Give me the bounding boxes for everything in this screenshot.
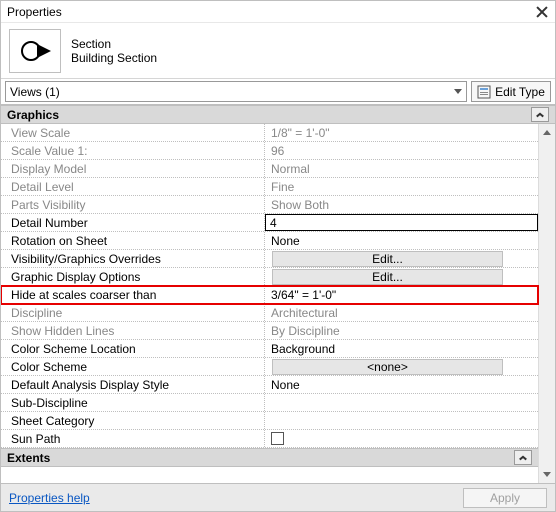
type-labels: Section Building Section xyxy=(71,37,157,65)
edit-type-label: Edit Type xyxy=(495,85,545,99)
value-view-scale: 1/8" = 1'-0" xyxy=(271,126,330,140)
close-icon[interactable] xyxy=(535,5,549,19)
views-row: Views (1) Edit Type xyxy=(1,79,555,105)
label-sub-discipline: Sub-Discipline xyxy=(11,396,88,410)
label-gdo: Graphic Display Options xyxy=(11,270,140,284)
type-name: Building Section xyxy=(71,51,157,65)
row-gdo: Graphic Display Options Edit... xyxy=(1,268,538,286)
properties-help-link[interactable]: Properties help xyxy=(9,491,90,505)
label-parts-visibility: Parts Visibility xyxy=(11,198,85,212)
label-detail-number: Detail Number xyxy=(11,216,88,230)
value-rotation: None xyxy=(271,234,300,248)
value-analysis-style: None xyxy=(271,378,300,392)
row-detail-number: Detail Number xyxy=(1,214,538,232)
family-name: Section xyxy=(71,37,157,51)
section-header-graphics: Graphics xyxy=(1,105,555,124)
vg-overrides-edit-button[interactable]: Edit... xyxy=(272,251,503,267)
row-view-scale: View Scale 1/8" = 1'-0" xyxy=(1,124,538,142)
row-scale-value: Scale Value 1: 96 xyxy=(1,142,538,160)
label-display-model: Display Model xyxy=(11,162,86,176)
window-title: Properties xyxy=(7,5,535,19)
label-rotation: Rotation on Sheet xyxy=(11,234,107,248)
value-hide-coarser: 3/64" = 1'-0" xyxy=(271,288,336,302)
collapse-graphics-button[interactable] xyxy=(531,107,549,122)
label-hide-coarser: Hide at scales coarser than xyxy=(11,288,156,302)
triangle-down-icon xyxy=(543,472,551,477)
edit-type-icon xyxy=(477,85,491,99)
row-analysis-style[interactable]: Default Analysis Display Style None xyxy=(1,376,538,394)
row-sun-path[interactable]: Sun Path xyxy=(1,430,538,448)
row-rotation[interactable]: Rotation on Sheet None xyxy=(1,232,538,250)
row-hide-coarser[interactable]: Hide at scales coarser than 3/64" = 1'-0… xyxy=(1,286,538,304)
label-sheet-category: Sheet Category xyxy=(11,414,94,428)
type-selector[interactable]: Section Building Section xyxy=(1,23,555,79)
label-detail-level: Detail Level xyxy=(11,180,74,194)
detail-number-input[interactable] xyxy=(265,214,538,231)
section-header-label-extents: Extents xyxy=(7,451,514,465)
value-scale-value: 96 xyxy=(271,144,284,158)
value-parts-visibility: Show Both xyxy=(271,198,329,212)
properties-panel: Properties Section Building Section View… xyxy=(0,0,556,512)
edit-type-button[interactable]: Edit Type xyxy=(471,81,551,102)
row-show-hidden: Show Hidden Lines By Discipline xyxy=(1,322,538,340)
value-display-model: Normal xyxy=(271,162,310,176)
row-discipline: Discipline Architectural xyxy=(1,304,538,322)
section-header-extents: Extents xyxy=(1,448,538,467)
chevron-up-icon xyxy=(536,112,544,117)
scroll-track[interactable] xyxy=(539,141,555,466)
row-sheet-category[interactable]: Sheet Category xyxy=(1,412,538,430)
row-display-model: Display Model Normal xyxy=(1,160,538,178)
footer: Properties help Apply xyxy=(1,483,555,511)
chevron-down-icon xyxy=(454,89,462,94)
label-vg-overrides: Visibility/Graphics Overrides xyxy=(11,252,161,266)
row-vg-overrides: Visibility/Graphics Overrides Edit... xyxy=(1,250,538,268)
apply-button: Apply xyxy=(463,488,547,508)
value-show-hidden: By Discipline xyxy=(271,324,340,338)
gdo-edit-button[interactable]: Edit... xyxy=(272,269,503,285)
label-analysis-style: Default Analysis Display Style xyxy=(11,378,169,392)
scroll-up-button[interactable] xyxy=(539,124,555,141)
section-header-label: Graphics xyxy=(7,108,531,122)
views-dropdown[interactable]: Views (1) xyxy=(5,81,467,102)
label-scale-value: Scale Value 1: xyxy=(11,144,88,158)
label-sun-path: Sun Path xyxy=(11,432,60,446)
property-grid: View Scale 1/8" = 1'-0" Scale Value 1: 9… xyxy=(1,124,555,483)
value-cs-location: Background xyxy=(271,342,335,356)
vertical-scrollbar[interactable] xyxy=(538,124,555,483)
chevron-up-icon xyxy=(519,455,527,460)
row-parts-visibility: Parts Visibility Show Both xyxy=(1,196,538,214)
views-dropdown-label: Views (1) xyxy=(10,85,60,99)
label-color-scheme: Color Scheme xyxy=(11,360,87,374)
sun-path-checkbox[interactable] xyxy=(271,432,284,445)
row-detail-level: Detail Level Fine xyxy=(1,178,538,196)
value-discipline: Architectural xyxy=(271,306,338,320)
row-color-scheme: Color Scheme <none> xyxy=(1,358,538,376)
collapse-extents-button[interactable] xyxy=(514,450,532,465)
scroll-down-button[interactable] xyxy=(539,466,555,483)
grid-inner: View Scale 1/8" = 1'-0" Scale Value 1: 9… xyxy=(1,124,538,483)
label-cs-location: Color Scheme Location xyxy=(11,342,136,356)
section-thumbnail-icon xyxy=(9,29,61,73)
label-view-scale: View Scale xyxy=(11,126,70,140)
color-scheme-button[interactable]: <none> xyxy=(272,359,503,375)
row-sub-discipline[interactable]: Sub-Discipline xyxy=(1,394,538,412)
label-show-hidden: Show Hidden Lines xyxy=(11,324,114,338)
label-discipline: Discipline xyxy=(11,306,62,320)
row-cs-location[interactable]: Color Scheme Location Background xyxy=(1,340,538,358)
value-detail-level: Fine xyxy=(271,180,294,194)
triangle-up-icon xyxy=(543,130,551,135)
titlebar: Properties xyxy=(1,1,555,23)
